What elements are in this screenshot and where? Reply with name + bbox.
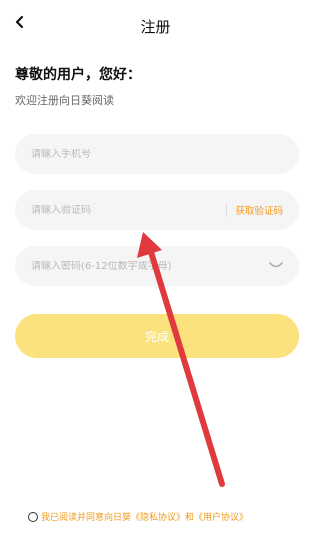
phone-input[interactable] bbox=[31, 148, 283, 160]
code-input[interactable] bbox=[31, 204, 219, 216]
eye-closed-icon[interactable] bbox=[269, 262, 283, 270]
agreement-row[interactable]: 我已阅读并同意向日葵《隐私协议》和《用户协议》 bbox=[28, 510, 248, 523]
password-field[interactable] bbox=[15, 246, 299, 286]
password-input[interactable] bbox=[31, 260, 269, 272]
agreement-radio[interactable] bbox=[28, 511, 38, 522]
field-divider bbox=[226, 203, 228, 217]
agreement-text[interactable]: 我已阅读并同意向日葵《隐私协议》和《用户协议》 bbox=[41, 510, 248, 523]
phone-field[interactable] bbox=[15, 134, 299, 174]
page-title: 注册 bbox=[140, 18, 171, 36]
code-field[interactable]: 获取验证码 bbox=[15, 190, 299, 230]
submit-button[interactable]: 完成 bbox=[15, 314, 299, 358]
welcome-subtitle: 欢迎注册向日葵阅读 bbox=[15, 94, 114, 107]
get-code-button[interactable]: 获取验证码 bbox=[235, 203, 283, 217]
greeting-heading: 尊敬的用户，您好： bbox=[15, 67, 141, 83]
